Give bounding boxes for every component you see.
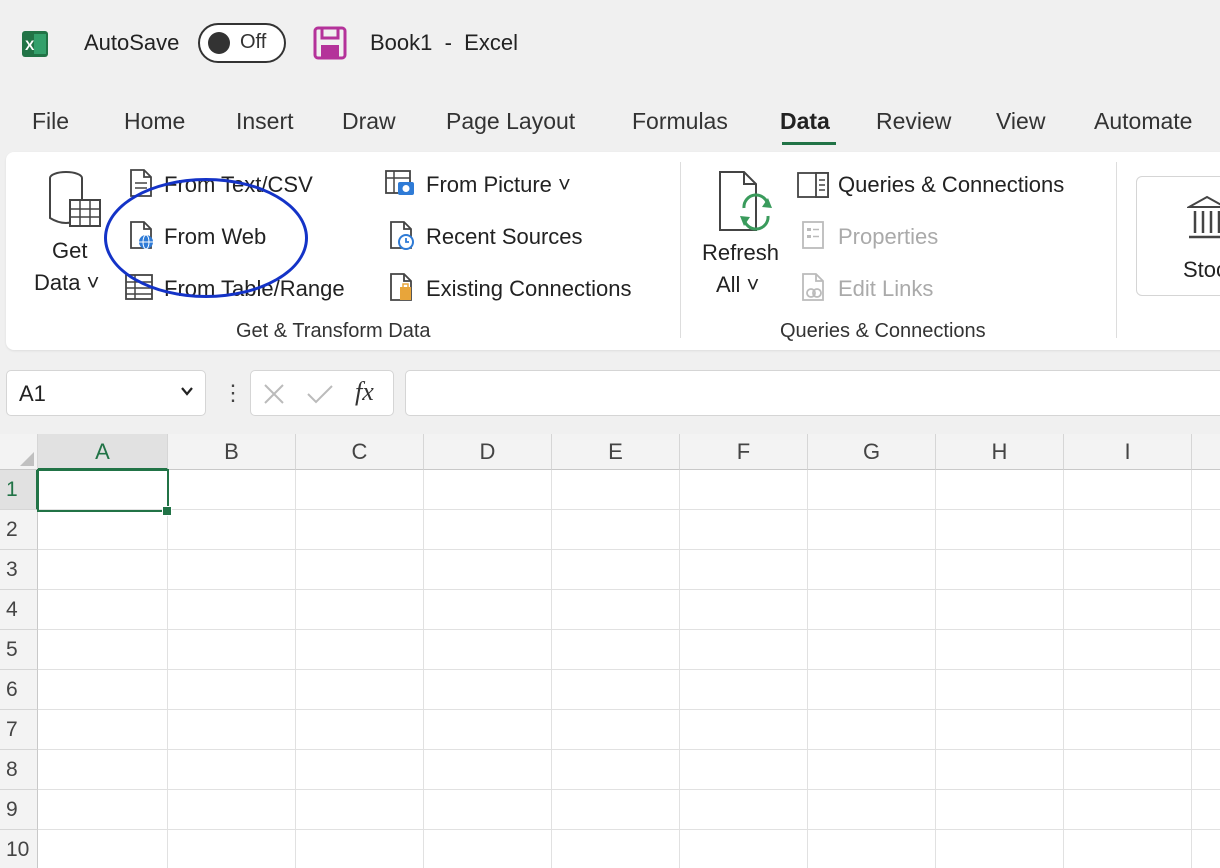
tab-page-layout[interactable]: Page Layout xyxy=(446,108,575,135)
bank-icon xyxy=(1187,195,1220,239)
picture-icon xyxy=(385,170,414,195)
column-header[interactable]: C xyxy=(296,434,424,470)
column-header[interactable]: E xyxy=(552,434,680,470)
formula-input[interactable] xyxy=(405,370,1220,416)
cancel-icon[interactable] xyxy=(261,381,287,407)
edit-links-icon xyxy=(802,273,824,301)
row-header[interactable]: 6 xyxy=(0,670,38,710)
row-header[interactable]: 8 xyxy=(0,750,38,790)
formula-bar-grip-icon[interactable]: ⋮ xyxy=(222,380,244,406)
select-all-corner[interactable] xyxy=(0,434,38,470)
column-header[interactable]: F xyxy=(680,434,808,470)
gridline xyxy=(38,749,1220,750)
refresh-icon xyxy=(719,171,772,231)
column-header[interactable]: A xyxy=(38,434,168,470)
existing-connections-icon xyxy=(390,273,412,301)
column-header[interactable]: H xyxy=(936,434,1064,470)
recent-sources-icon xyxy=(390,221,414,250)
tab-view[interactable]: View xyxy=(996,108,1045,135)
gridline xyxy=(38,629,1220,630)
tab-review[interactable]: Review xyxy=(876,108,951,135)
selected-cell[interactable] xyxy=(37,469,169,512)
stocks-label: Stoc xyxy=(1183,257,1220,282)
name-box-value: A1 xyxy=(19,381,46,406)
tab-formulas[interactable]: Formulas xyxy=(632,108,728,135)
tab-automate[interactable]: Automate xyxy=(1094,108,1192,135)
tab-file[interactable]: File xyxy=(32,108,69,135)
from-picture-button[interactable]: From Picture ˅ xyxy=(384,168,584,202)
refresh-all-button[interactable]: Refresh All ˅ xyxy=(700,166,784,300)
edit-links-button[interactable]: Edit Links xyxy=(800,272,960,306)
recent-sources-label: Recent Sources xyxy=(426,224,583,249)
properties-label: Properties xyxy=(838,224,939,249)
column-header[interactable]: I xyxy=(1064,434,1192,470)
stocks-button[interactable]: Stoc xyxy=(1136,176,1220,296)
queries-connections-button[interactable]: Queries & Connections xyxy=(796,168,1096,202)
tab-draw[interactable]: Draw xyxy=(342,108,396,135)
autosave-toggle[interactable]: Off xyxy=(198,23,286,63)
fill-handle[interactable] xyxy=(162,506,172,516)
formula-bar-buttons: fx xyxy=(250,370,394,416)
save-icon[interactable] xyxy=(313,26,347,60)
spreadsheet-grid: A B C D E F G H I 1 2 3 4 5 6 7 8 9 10 xyxy=(0,434,1220,868)
row-header[interactable]: 10 xyxy=(0,830,38,868)
name-box[interactable]: A1 xyxy=(6,370,206,416)
insert-function-icon[interactable]: fx xyxy=(355,377,374,407)
autosave-label: AutoSave xyxy=(84,30,180,55)
existing-connections-button[interactable]: Existing Connections xyxy=(384,272,654,306)
gridline xyxy=(38,709,1220,710)
enter-check-icon[interactable] xyxy=(305,381,335,407)
svg-text:X: X xyxy=(25,37,35,53)
refresh-all-label-2: All ˅ xyxy=(716,272,760,297)
gridline xyxy=(38,669,1220,670)
queries-pane-icon xyxy=(797,172,829,198)
group-label-queries: Queries & Connections xyxy=(780,320,986,342)
existing-connections-label: Existing Connections xyxy=(426,276,632,301)
row-header[interactable]: 5 xyxy=(0,630,38,670)
properties-button[interactable]: Properties xyxy=(800,220,960,254)
gridline xyxy=(38,829,1220,830)
properties-icon xyxy=(802,221,824,249)
group-label-get-transform: Get & Transform Data xyxy=(236,320,431,342)
column-header[interactable]: D xyxy=(424,434,552,470)
row-header[interactable]: 9 xyxy=(0,790,38,830)
get-data-label-2: Data ˅ xyxy=(34,270,100,295)
gridline xyxy=(38,509,1220,510)
recent-sources-button[interactable]: Recent Sources xyxy=(384,220,594,254)
row-header[interactable]: 1 xyxy=(0,470,38,510)
chevron-down-icon[interactable] xyxy=(179,383,195,399)
get-data-label-1: Get xyxy=(52,238,88,263)
group-separator xyxy=(680,162,681,338)
active-tab-indicator xyxy=(782,142,836,145)
gridline xyxy=(38,589,1220,590)
corner-triangle-icon xyxy=(20,452,34,466)
edit-links-label: Edit Links xyxy=(838,276,934,301)
database-icon xyxy=(49,171,101,227)
row-header[interactable]: 3 xyxy=(0,550,38,590)
gridline xyxy=(38,789,1220,790)
toggle-knob xyxy=(208,32,230,54)
refresh-all-label-1: Refresh xyxy=(702,240,780,265)
title-bar: X AutoSave Off Book1 - Excel xyxy=(0,0,1220,88)
annotation-ellipse xyxy=(104,178,308,298)
tab-insert[interactable]: Insert xyxy=(236,108,294,135)
tab-data[interactable]: Data xyxy=(780,108,830,135)
column-header[interactable]: B xyxy=(168,434,296,470)
row-header[interactable]: 2 xyxy=(0,510,38,550)
gridline xyxy=(38,549,1220,550)
group-separator xyxy=(1116,162,1117,338)
from-picture-label: From Picture ˅ xyxy=(426,172,571,197)
autosave-state: Off xyxy=(240,31,267,53)
column-header[interactable] xyxy=(1192,434,1220,470)
row-header[interactable]: 4 xyxy=(0,590,38,630)
column-header[interactable]: G xyxy=(808,434,936,470)
row-header[interactable]: 7 xyxy=(0,710,38,750)
queries-connections-label: Queries & Connections xyxy=(838,172,1065,197)
document-title: Book1 - Excel xyxy=(370,30,518,55)
get-data-button[interactable]: Get Data ˅ xyxy=(34,166,106,296)
tab-home[interactable]: Home xyxy=(124,108,185,135)
excel-logo-icon: X xyxy=(22,31,48,57)
